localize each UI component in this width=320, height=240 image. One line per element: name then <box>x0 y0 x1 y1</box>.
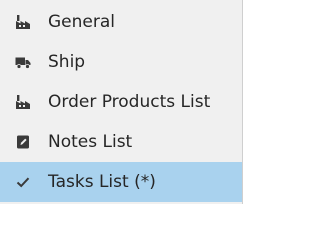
menu-item-label: Tasks List (*) <box>48 172 156 192</box>
menu-item-ship[interactable]: Ship <box>0 42 242 82</box>
note-icon <box>15 134 31 150</box>
menu-item-label: Notes List <box>48 132 133 152</box>
menu-item-general[interactable]: General <box>0 2 242 42</box>
navigation-menu: General Ship Order Products List Notes L… <box>0 0 243 204</box>
factory-icon <box>15 94 31 110</box>
menu-item-label: Order Products List <box>48 92 211 112</box>
menu-item-tasks-list[interactable]: Tasks List (*) <box>0 162 242 202</box>
menu-item-label: Ship <box>48 52 86 72</box>
menu-item-label: General <box>48 12 115 32</box>
menu-item-notes-list[interactable]: Notes List <box>0 122 242 162</box>
factory-icon <box>15 14 31 30</box>
checkmark-icon <box>15 174 31 190</box>
menu-item-order-products-list[interactable]: Order Products List <box>0 82 242 122</box>
truck-icon <box>15 54 31 70</box>
